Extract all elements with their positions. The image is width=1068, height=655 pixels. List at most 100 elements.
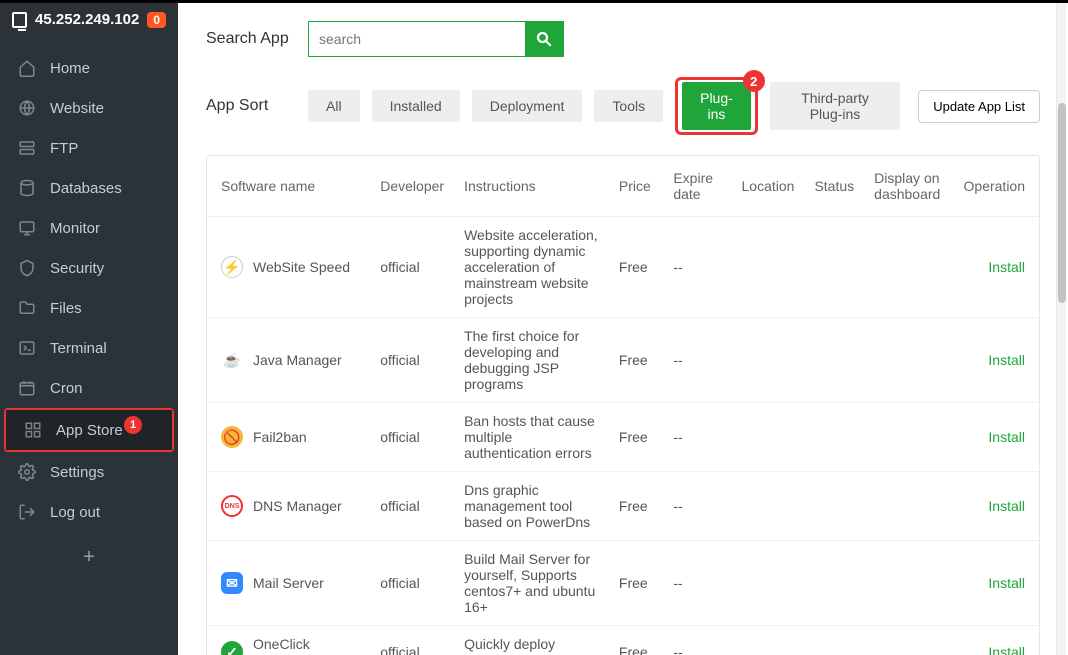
sort-buttons: All Installed Deployment Tools Plug-ins2Thir… <box>308 77 900 135</box>
search-icon <box>535 30 553 48</box>
display-cell <box>864 626 953 655</box>
gear-icon <box>18 463 36 481</box>
sort-btn-tools[interactable]: Tools <box>594 90 663 122</box>
sort-btn-installed[interactable]: Installed <box>372 90 460 122</box>
location-cell <box>732 541 805 626</box>
app-name: OneClick migration <box>253 636 360 655</box>
sort-btn-third-party-plug-ins[interactable]: Third-party Plug-ins <box>770 82 900 130</box>
update-app-list-button[interactable]: Update App List <box>918 90 1040 123</box>
ftp-icon <box>18 139 36 157</box>
col-developer: Developer <box>370 156 454 217</box>
table-row: ☕Java Manager official The first choice … <box>207 318 1039 403</box>
sort-label: App Sort <box>206 97 290 115</box>
sidebar-item-home[interactable]: Home <box>0 48 178 88</box>
col-software-name: Software name <box>207 156 370 217</box>
app-icon: ✓ <box>221 641 243 655</box>
app-name: Fail2ban <box>253 429 307 445</box>
location-cell <box>732 626 805 655</box>
sidebar-item-log-out[interactable]: Log out <box>0 492 178 532</box>
expire-cell: -- <box>663 541 731 626</box>
col-operation: Operation <box>953 156 1039 217</box>
sidebar-item-app-store[interactable]: App Store1 <box>6 410 172 450</box>
sidebar-item-label: Home <box>50 60 160 77</box>
status-cell <box>804 472 864 541</box>
status-cell <box>804 318 864 403</box>
status-cell <box>804 541 864 626</box>
expire-cell: -- <box>663 403 731 472</box>
install-button[interactable]: Install <box>988 352 1025 368</box>
install-button[interactable]: Install <box>988 429 1025 445</box>
location-cell <box>732 403 805 472</box>
search-button[interactable] <box>525 22 563 56</box>
search-row: Search App <box>206 21 1040 57</box>
monitor-icon <box>18 219 36 237</box>
display-cell <box>864 403 953 472</box>
scrollbar[interactable] <box>1056 3 1066 655</box>
expire-cell: -- <box>663 217 731 318</box>
price-cell: Free <box>609 541 663 626</box>
sidebar-item-website[interactable]: Website <box>0 88 178 128</box>
app-name: Java Manager <box>253 352 342 368</box>
highlight-plugins: Plug-ins2 <box>675 77 758 135</box>
sidebar-item-databases[interactable]: Databases <box>0 168 178 208</box>
sidebar-item-monitor[interactable]: Monitor <box>0 208 178 248</box>
col-expire-date: Expire date <box>663 156 731 217</box>
sidebar-item-label: Terminal <box>50 340 160 357</box>
expire-cell: -- <box>663 318 731 403</box>
app-name: WebSite Speed <box>253 259 350 275</box>
table-row: ✓ OneClick migration official Quickly dep… <box>207 626 1039 655</box>
sort-btn-plug-ins[interactable]: Plug-ins <box>682 82 751 130</box>
main-content: Search App App Sort All Installed Deployme… <box>178 3 1068 655</box>
sidebar-item-settings[interactable]: Settings <box>0 452 178 492</box>
install-button[interactable]: Install <box>988 259 1025 275</box>
developer-cell: official <box>370 472 454 541</box>
app-icon: 🚫 <box>221 426 243 448</box>
table-row: DNSDNS Manager official Dns graphic mana… <box>207 472 1039 541</box>
developer-cell: official <box>370 541 454 626</box>
sort-btn-deployment[interactable]: Deployment <box>472 90 583 122</box>
col-status: Status <box>804 156 864 217</box>
table-row: ⚡WebSite Speed official Website accelera… <box>207 217 1039 318</box>
search-input[interactable] <box>309 22 525 56</box>
table-row: 🚫Fail2ban official Ban hosts that cause … <box>207 403 1039 472</box>
instructions-cell: Quickly deploy common programs <box>454 626 609 655</box>
sidebar-header: 45.252.249.102 0 <box>0 3 178 36</box>
terminal-icon <box>18 339 36 357</box>
nav: Home Website FTPDatabasesMonitorSecurityFi… <box>0 36 178 532</box>
server-ip: 45.252.249.102 <box>35 11 139 28</box>
col-location: Location <box>732 156 805 217</box>
instructions-cell: The first choice for developing and debu… <box>454 318 609 403</box>
developer-cell: official <box>370 626 454 655</box>
price-cell: Free <box>609 403 663 472</box>
notif-badge[interactable]: 0 <box>147 12 166 28</box>
sidebar-item-terminal[interactable]: Terminal <box>0 328 178 368</box>
sidebar-item-label: Website <box>50 100 160 117</box>
step-badge-2: 2 <box>743 70 765 92</box>
app-icon: DNS <box>221 495 243 517</box>
instructions-cell: Website acceleration, supporting dynamic… <box>454 217 609 318</box>
developer-cell: official <box>370 217 454 318</box>
expire-cell: -- <box>663 626 731 655</box>
status-cell <box>804 217 864 318</box>
display-cell <box>864 541 953 626</box>
scrollbar-thumb[interactable] <box>1058 103 1066 303</box>
monitor-icon <box>12 12 27 28</box>
sidebar-item-security[interactable]: Security <box>0 248 178 288</box>
sidebar: 45.252.249.102 0 Home Website FTPDatabases… <box>0 3 178 655</box>
status-cell <box>804 626 864 655</box>
col-price: Price <box>609 156 663 217</box>
install-button[interactable]: Install <box>988 575 1025 591</box>
expire-cell: -- <box>663 472 731 541</box>
sidebar-item-cron[interactable]: Cron <box>0 368 178 408</box>
sort-btn-all[interactable]: All <box>308 90 360 122</box>
app-name: Mail Server <box>253 575 324 591</box>
app-icon: ✉ <box>221 572 243 594</box>
apps-table: Software nameDeveloperInstructionsPriceE… <box>207 156 1039 655</box>
location-cell <box>732 318 805 403</box>
add-nav-button[interactable]: + <box>0 532 178 583</box>
sidebar-item-ftp[interactable]: FTP <box>0 128 178 168</box>
install-button[interactable]: Install <box>988 644 1025 655</box>
sidebar-item-files[interactable]: Files <box>0 288 178 328</box>
col-instructions: Instructions <box>454 156 609 217</box>
install-button[interactable]: Install <box>988 498 1025 514</box>
